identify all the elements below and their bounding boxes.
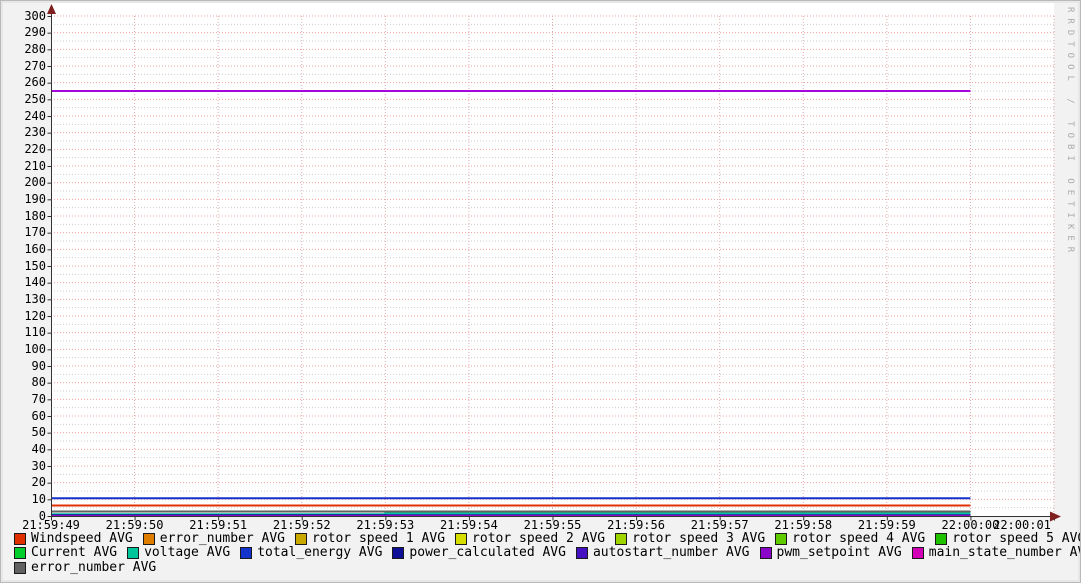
- legend-swatch-icon: [615, 533, 628, 546]
- y-axis-tick-label: 30: [31, 458, 46, 473]
- y-axis-tick-label: 190: [24, 191, 46, 206]
- y-axis-tick-label: 260: [24, 75, 46, 90]
- x-axis-tick-label: 21:59:54: [440, 518, 498, 532]
- y-axis-tick-label: 210: [24, 158, 46, 173]
- legend-item: Windspeed AVG: [14, 532, 133, 546]
- y-axis-tick-label: 180: [24, 208, 46, 223]
- legend-label: rotor speed 5 AVG: [952, 531, 1081, 547]
- x-axis-tick-label: 21:59:50: [105, 518, 164, 532]
- legend-swatch-icon: [294, 533, 307, 546]
- y-axis-tick-label: 270: [24, 58, 46, 73]
- legend-row: Current AVG voltage AVG total_energy AVG po…: [14, 545, 1080, 561]
- x-axis-tick-label: 21:59:52: [272, 518, 331, 532]
- y-axis-tick-label: 10: [31, 491, 46, 506]
- legend-swatch-icon: [935, 533, 948, 546]
- legend-swatch-icon: [14, 547, 26, 560]
- watermark-text: RRDTOOL / TOBI OETIKER: [1065, 7, 1075, 259]
- legend-item: total_energy AVG: [240, 546, 382, 560]
- y-axis-tick-label: 150: [24, 258, 46, 273]
- legend-label: total_energy AVG: [257, 545, 383, 561]
- y-axis-tick-label: 240: [24, 108, 46, 123]
- legend-row: Windspeed AVG error_number AVG rotor speed…: [14, 531, 1080, 547]
- legend-item: rotor speed 5 AVG: [935, 531, 1081, 547]
- y-axis-tick-label: 290: [24, 25, 46, 40]
- x-axis-tick-label: 21:59:56: [607, 518, 665, 532]
- y-axis-tick-label: 70: [31, 391, 46, 406]
- y-axis-tick-label: 80: [31, 375, 46, 390]
- legend-label: main_state_number AVG: [928, 545, 1081, 561]
- y-axis-arrow-icon: [47, 4, 56, 14]
- legend-label: Windspeed AVG: [31, 531, 133, 547]
- legend-swatch-icon: [759, 547, 772, 560]
- legend-item: rotor speed 1 AVG: [294, 531, 446, 547]
- y-axis-tick-label: 160: [24, 241, 46, 256]
- legend: Windspeed AVG error_number AVG rotor speed…: [14, 531, 1080, 575]
- legend-item: error_number AVG: [14, 559, 157, 575]
- legend-swatch-icon: [14, 533, 26, 546]
- legend-swatch-icon: [392, 547, 405, 560]
- legend-label: Current AVG: [31, 545, 118, 561]
- legend-item: autostart_number AVG: [575, 545, 750, 561]
- y-axis-tick-label: 200: [24, 175, 46, 190]
- legend-swatch-icon: [127, 547, 140, 560]
- y-axis-tick-label: 100: [24, 341, 46, 356]
- legend-item: rotor speed 2 AVG: [455, 532, 605, 546]
- x-axis-tick-label: 21:59:57: [690, 518, 749, 532]
- x-axis-tick-label: 21:59:55: [523, 518, 582, 532]
- x-axis-tick-label: 21:59:59: [857, 518, 916, 532]
- legend-label: rotor speed 2 AVG: [472, 531, 606, 547]
- y-axis-tick-label: 120: [24, 308, 46, 323]
- legend-label: pwm_setpoint AVG: [776, 545, 902, 561]
- legend-row: error_number AVG: [14, 559, 1076, 575]
- legend-swatch-icon: [911, 547, 924, 560]
- legend-item: Current AVG: [14, 546, 117, 560]
- x-axis-tick-label: 21:59:49: [22, 518, 80, 532]
- y-axis-tick-label: 60: [31, 408, 46, 423]
- legend-item: rotor speed 3 AVG: [615, 532, 765, 546]
- y-axis-tick-label: 20: [31, 475, 46, 490]
- y-axis-tick-label: 220: [24, 141, 46, 156]
- legend-label: autostart_number AVG: [592, 545, 750, 561]
- y-axis-tick-label: 230: [24, 125, 46, 140]
- y-axis-tick-label: 50: [31, 425, 46, 440]
- y-axis-tick-label: 90: [31, 358, 46, 373]
- legend-label: power_calculated AVG: [409, 545, 566, 561]
- legend-label: error_number AVG: [159, 531, 285, 547]
- legend-label: voltage AVG: [144, 545, 231, 561]
- legend-label: rotor speed 4 AVG: [792, 531, 926, 547]
- legend-item: main_state_number AVG: [911, 545, 1081, 561]
- legend-item: rotor speed 4 AVG: [775, 532, 925, 546]
- series-line: [51, 512, 971, 516]
- y-axis-tick-label: 300: [24, 8, 46, 23]
- legend-label: error_number AVG: [31, 559, 157, 575]
- legend-swatch-icon: [142, 533, 155, 546]
- x-axis-tick-label: 21:59:58: [774, 518, 833, 532]
- legend-swatch-icon: [455, 533, 468, 546]
- legend-swatch-icon: [575, 547, 588, 560]
- y-axis-tick-label: 170: [24, 225, 46, 240]
- y-axis-tick-label: 110: [24, 325, 46, 340]
- x-axis-tick-label: 21:59:53: [356, 518, 415, 532]
- legend-item: voltage AVG: [127, 546, 230, 560]
- y-axis-tick-label: 130: [24, 291, 46, 306]
- x-axis-tick-label: 22:00:01: [993, 518, 1051, 532]
- y-axis-tick-label: 280: [24, 41, 46, 56]
- legend-swatch-icon: [240, 547, 253, 560]
- legend-item: pwm_setpoint AVG: [759, 545, 902, 561]
- chart-plot-area: [47, 4, 1061, 522]
- rrdtool-graph: 0 10 20 30 40 50 60 70 80 90 100 110 120 130 140 150 160…: [0, 0, 1081, 583]
- legend-swatch-icon: [775, 533, 788, 546]
- legend-item: error_number AVG: [142, 531, 285, 547]
- legend-swatch-icon: [14, 561, 26, 574]
- y-axis-tick-label: 140: [24, 275, 46, 290]
- y-axis-tick-label: 250: [24, 91, 46, 106]
- legend-label: rotor speed 3 AVG: [632, 531, 766, 547]
- legend-label: rotor speed 1 AVG: [311, 531, 446, 547]
- y-axis-tick-label: 40: [31, 441, 46, 456]
- legend-item: power_calculated AVG: [392, 546, 566, 560]
- x-axis-tick-label: 21:59:51: [189, 518, 248, 532]
